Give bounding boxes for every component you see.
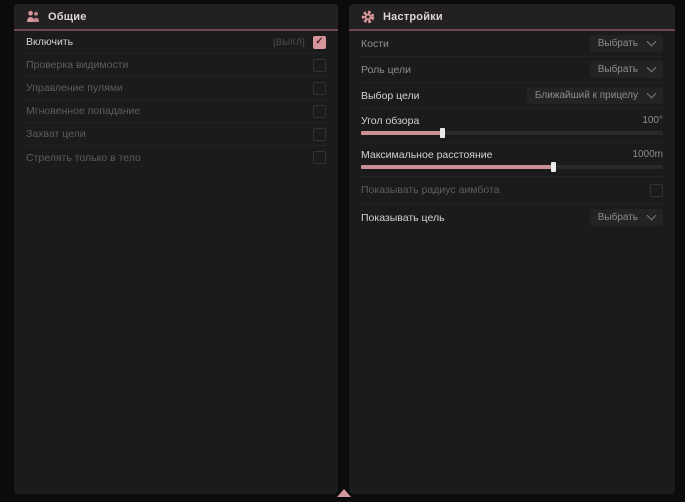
scroll-up-arrow-icon[interactable]	[337, 489, 351, 497]
panel-general: Общие Включить [ВЫКЛ] Проверка видимости…	[14, 4, 338, 494]
dropdown-value: Выбрать	[598, 212, 638, 223]
toggle-label: Захват цели	[26, 128, 86, 140]
setting-label: Роль цели	[361, 64, 411, 76]
toggle-label: Включить	[26, 36, 73, 48]
dropdown-value: Ближайший к прицелу	[535, 90, 638, 101]
setting-row-fov: Угол обзора 100°	[361, 109, 663, 143]
chevron-down-icon	[647, 37, 657, 47]
checkbox[interactable]	[313, 105, 326, 118]
chevron-down-icon	[647, 63, 657, 73]
toggle-row-target-lock[interactable]: Захват цели	[26, 123, 326, 146]
slider-handle[interactable]	[551, 162, 556, 172]
panel-general-body: Включить [ВЫКЛ] Проверка видимости Управ…	[14, 31, 338, 494]
toggle-row-body-only[interactable]: Стрелять только в тело	[26, 146, 326, 169]
bones-dropdown[interactable]: Выбрать	[590, 35, 663, 52]
checkbox[interactable]	[313, 82, 326, 95]
panel-general-header[interactable]: Общие	[14, 4, 338, 31]
setting-label: Кости	[361, 38, 389, 50]
dropdown-value: Выбрать	[598, 64, 638, 75]
setting-label: Показывать радиус аимбота	[361, 184, 500, 196]
slider-value: 1000m	[632, 149, 663, 160]
setting-label: Показывать цель	[361, 212, 445, 224]
checkbox[interactable]	[313, 151, 326, 164]
panel-settings-body: Кости Выбрать Роль цели Выбрать Выбор це…	[349, 31, 675, 494]
checkbox[interactable]	[313, 36, 326, 49]
toggle-label: Стрелять только в тело	[26, 152, 141, 164]
checkbox[interactable]	[313, 59, 326, 72]
setting-row-show-target: Показывать цель Выбрать	[361, 204, 663, 231]
checkbox[interactable]	[650, 184, 663, 197]
panel-title: Настройки	[383, 11, 443, 23]
chevron-down-icon	[647, 211, 657, 221]
setting-row-target-select: Выбор цели Ближайший к прицелу	[361, 83, 663, 109]
setting-row-target-role: Роль цели Выбрать	[361, 57, 663, 83]
people-icon	[26, 10, 40, 24]
toggle-row-instant-hit[interactable]: Мгновенное попадание	[26, 100, 326, 123]
setting-label: Выбор цели	[361, 90, 420, 102]
slider-handle[interactable]	[440, 128, 445, 138]
slider-label: Максимальное расстояние	[361, 149, 492, 161]
target-select-dropdown[interactable]: Ближайший к прицелу	[527, 87, 663, 104]
show-target-dropdown[interactable]: Выбрать	[590, 209, 663, 226]
setting-row-show-aimbot-radius[interactable]: Показывать радиус аимбота	[361, 177, 663, 204]
chevron-down-icon	[647, 89, 657, 99]
target-role-dropdown[interactable]: Выбрать	[590, 61, 663, 78]
checkbox[interactable]	[313, 128, 326, 141]
fov-slider[interactable]	[361, 131, 663, 135]
toggle-row-bullet-control[interactable]: Управление пулями	[26, 77, 326, 100]
toggle-label: Проверка видимости	[26, 59, 128, 71]
panel-settings-header[interactable]: Настройки	[349, 4, 675, 31]
toggle-label: Мгновенное попадание	[26, 105, 140, 117]
slider-fill	[361, 131, 443, 135]
max-distance-slider[interactable]	[361, 165, 663, 169]
dropdown-value: Выбрать	[598, 38, 638, 49]
gear-icon	[361, 10, 375, 24]
keybind-state: [ВЫКЛ]	[273, 37, 305, 47]
panel-title: Общие	[48, 11, 87, 23]
panel-settings: Настройки Кости Выбрать Роль цели Выбрат…	[349, 4, 675, 494]
slider-fill	[361, 165, 554, 169]
setting-row-bones: Кости Выбрать	[361, 31, 663, 57]
toggle-row-enable[interactable]: Включить [ВЫКЛ]	[26, 31, 326, 54]
toggle-label: Управление пулями	[26, 82, 123, 94]
setting-row-max-distance: Максимальное расстояние 1000m	[361, 143, 663, 177]
toggle-row-visibility-check[interactable]: Проверка видимости	[26, 54, 326, 77]
slider-label: Угол обзора	[361, 115, 419, 127]
slider-value: 100°	[642, 115, 663, 126]
